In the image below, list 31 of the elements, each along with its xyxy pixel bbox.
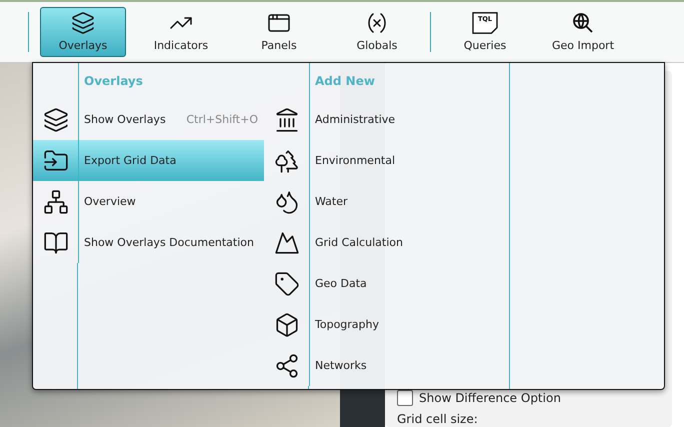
menu-item[interactable]: Water: [264, 181, 510, 222]
toolbar-button[interactable]: Panels: [236, 7, 322, 57]
menu-item[interactable]: Topography: [264, 304, 510, 345]
toolbar-button[interactable]: Overlays: [40, 7, 126, 57]
tag-icon: [274, 270, 300, 296]
toolbar-button[interactable]: Indicators: [138, 7, 224, 57]
mesh-icon: [274, 230, 300, 256]
menu-heading: Add New: [309, 63, 375, 99]
field-label: Grid cell size:: [397, 412, 479, 426]
menu-item[interactable]: Environmental: [264, 140, 510, 181]
book-icon: [42, 230, 68, 256]
hierarchy-icon: [42, 188, 68, 214]
layers-icon: [42, 106, 68, 132]
menu-item[interactable]: Networks: [264, 345, 510, 386]
checkbox-label: Show Difference Option: [419, 391, 561, 405]
network-icon: [274, 352, 300, 378]
menu-item[interactable]: Grid Calculation: [264, 222, 510, 263]
toolbar-button[interactable]: Globals: [334, 7, 420, 57]
droplets-icon: [274, 188, 300, 214]
menu-item[interactable]: Export Grid Data: [33, 140, 264, 181]
menu-item[interactable]: Geo Data: [264, 263, 510, 304]
building-icon: [274, 106, 300, 132]
trees-icon: [274, 148, 300, 174]
menu-item[interactable]: Overview: [33, 181, 264, 222]
folder-icon: [42, 148, 68, 174]
box-icon: [274, 312, 300, 338]
checkbox[interactable]: [397, 390, 413, 406]
menu-item[interactable]: Administrative: [264, 99, 510, 140]
toolbar-button[interactable]: Geo Import: [540, 7, 626, 57]
menu-heading: Overlays: [78, 63, 143, 99]
menu-item[interactable]: Show Overlays Documentation: [33, 222, 264, 263]
